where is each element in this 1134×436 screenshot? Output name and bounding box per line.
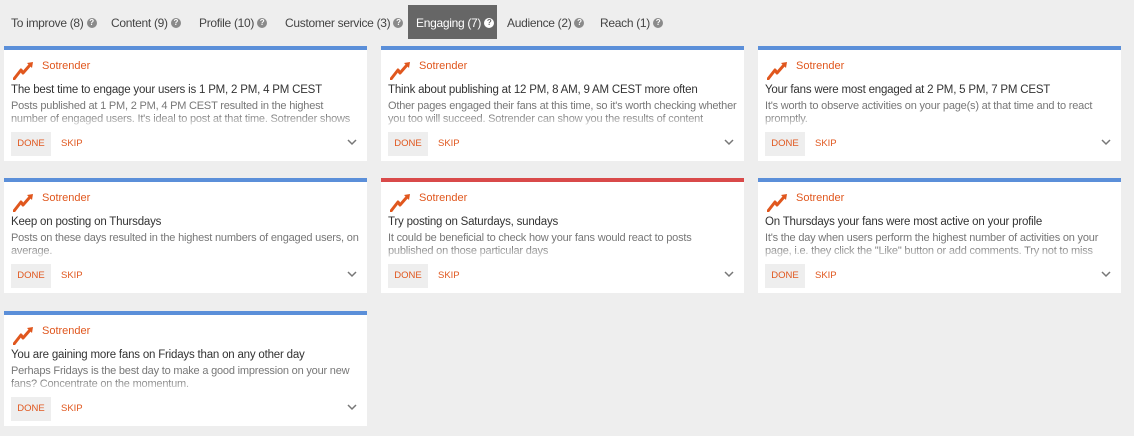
recommendation-card: Sotrender Think about publishing at 12 P… [381,46,744,161]
tab-reach[interactable]: Reach (1)? [600,5,663,39]
sotrender-logo-icon [767,62,787,80]
sotrender-logo-icon [767,194,787,212]
tab-label: Engaging (7) [416,16,482,30]
recommendation-card: Sotrender You are gaining more fans on F… [4,311,367,426]
card-description: It could be beneficial to check how your… [388,232,692,257]
done-button[interactable]: DONE [388,132,428,156]
brand-name: Sotrender [42,60,91,72]
done-button[interactable]: DONE [11,264,51,288]
help-icon[interactable]: ? [393,18,404,28]
help-icon[interactable]: ? [484,18,495,28]
tab-label: Profile (10) [199,16,255,30]
done-button[interactable]: DONE [388,264,428,288]
done-button[interactable]: DONE [765,264,805,288]
card-description: Posts on these days resulted in the high… [11,232,359,257]
tab-engaging[interactable]: Engaging (7)? [408,5,497,39]
tab-to-improve[interactable]: To improve (8)? [11,5,97,39]
sotrender-logo-icon [390,194,410,212]
sotrender-logo-icon [13,327,33,345]
skip-button[interactable]: SKIP [815,264,837,288]
recommendation-card: Sotrender On Thursdays your fans were mo… [758,178,1121,293]
card-description: It's the day when users perform the high… [765,232,1099,257]
card-title: You are gaining more fans on Fridays tha… [11,349,305,361]
tab-content[interactable]: Content (9)? [111,5,181,39]
skip-button[interactable]: SKIP [61,132,83,156]
tab-label: Content (9) [111,16,168,30]
sotrender-logo-icon [390,62,410,80]
chevron-down-icon[interactable] [347,403,357,411]
chevron-down-icon[interactable] [347,270,357,278]
recommendation-card: Sotrender Keep on posting on Thursdays P… [4,178,367,293]
brand-name: Sotrender [42,192,91,204]
brand-name: Sotrender [419,60,468,72]
tab-label: Customer service (3) [285,16,391,30]
skip-button[interactable]: SKIP [61,397,83,421]
card-title: Try posting on Saturdays, sundays [388,216,559,228]
chevron-down-icon[interactable] [724,270,734,278]
done-button[interactable]: DONE [765,132,805,156]
help-icon[interactable]: ? [257,18,268,28]
skip-button[interactable]: SKIP [438,132,460,156]
help-icon[interactable]: ? [86,18,97,28]
card-description: Perhaps Fridays is the best day to make … [11,365,350,390]
sotrender-logo-icon [13,194,33,212]
chevron-down-icon[interactable] [724,138,734,146]
done-button[interactable]: DONE [11,397,51,421]
recommendation-card: Sotrender Try posting on Saturdays, sund… [381,178,744,293]
help-icon[interactable]: ? [574,18,585,28]
sotrender-logo-icon [13,62,33,80]
recommendation-card: Sotrender The best time to engage your u… [4,46,367,161]
card-description: Other pages engaged their fans at this t… [388,100,737,125]
tab-label: To improve (8) [11,16,84,30]
card-title: On Thursdays your fans were most active … [765,216,1043,228]
card-title: Keep on posting on Thursdays [11,216,162,228]
tab-label: Reach (1) [600,16,650,30]
tab-audience[interactable]: Audience (2)? [507,5,585,39]
card-title: The best time to engage your users is 1 … [11,84,322,96]
done-button[interactable]: DONE [11,132,51,156]
tab-customer-service[interactable]: Customer service (3)? [285,5,404,39]
chevron-down-icon[interactable] [1101,270,1111,278]
brand-name: Sotrender [796,60,845,72]
brand-name: Sotrender [796,192,845,204]
tab-profile[interactable]: Profile (10)? [199,5,268,39]
skip-button[interactable]: SKIP [61,264,83,288]
skip-button[interactable]: SKIP [438,264,460,288]
help-icon[interactable]: ? [653,18,663,28]
brand-name: Sotrender [42,325,91,337]
card-description: Posts published at 1 PM, 2 PM, 4 PM CEST… [11,100,351,127]
tab-label: Audience (2) [507,16,572,30]
card-description: It's worth to observe activities on your… [765,100,1093,125]
help-icon[interactable]: ? [170,18,181,28]
chevron-down-icon[interactable] [347,138,357,146]
chevron-down-icon[interactable] [1101,138,1111,146]
skip-button[interactable]: SKIP [815,132,837,156]
brand-name: Sotrender [419,192,468,204]
card-title: Your fans were most engaged at 2 PM, 5 P… [765,84,1051,96]
recommendation-card: Sotrender Your fans were most engaged at… [758,46,1121,161]
card-title: Think about publishing at 12 PM, 8 AM, 9… [388,84,698,96]
